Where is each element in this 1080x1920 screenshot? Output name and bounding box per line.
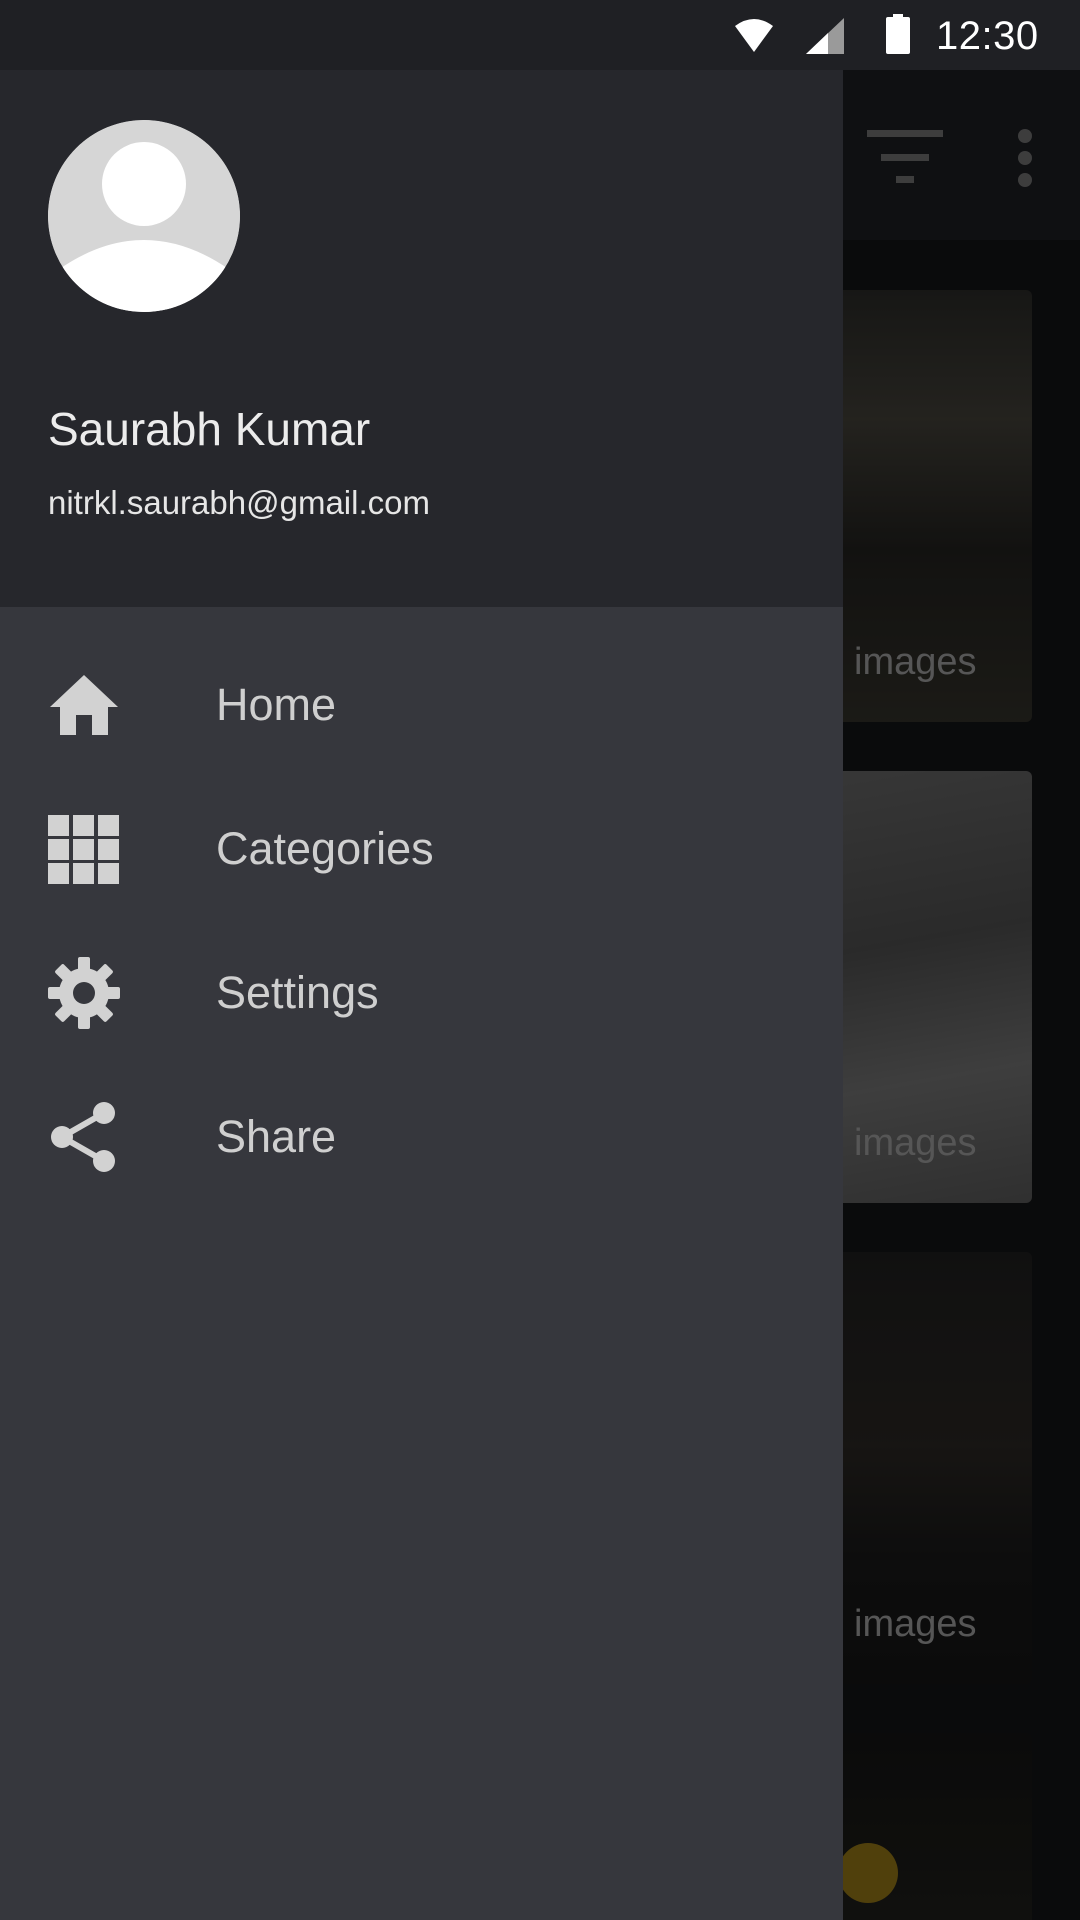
drawer-header: Saurabh Kumar nitrkl.saurabh@gmail.com [0, 70, 843, 607]
user-name: Saurabh Kumar [48, 403, 371, 455]
drawer-item-home[interactable]: Home [0, 633, 843, 777]
wifi-icon [735, 19, 773, 52]
home-icon [50, 675, 118, 735]
drawer-item-label: Categories [216, 823, 434, 874]
drawer-menu: Home Categories Settings Share [0, 607, 843, 1209]
drawer-item-label: Home [216, 679, 337, 730]
battery-icon [886, 14, 910, 54]
avatar[interactable] [48, 120, 240, 312]
drawer-item-settings[interactable]: Settings [0, 921, 843, 1065]
drawer-item-categories[interactable]: Categories [0, 777, 843, 921]
status-time: 12:30 [936, 14, 1039, 58]
signal-icon [806, 18, 844, 54]
grid-icon [48, 815, 119, 884]
drawer-item-share[interactable]: Share [0, 1065, 843, 1209]
gear-icon [48, 957, 120, 1029]
share-icon [51, 1102, 115, 1172]
drawer-item-label: Share [216, 1111, 337, 1162]
status-bar: 12:30 [0, 0, 1080, 70]
navigation-drawer: Saurabh Kumar nitrkl.saurabh@gmail.com H… [0, 70, 843, 1920]
drawer-item-label: Settings [216, 967, 379, 1018]
user-email: nitrkl.saurabh@gmail.com [48, 484, 430, 521]
person-icon [48, 120, 240, 312]
